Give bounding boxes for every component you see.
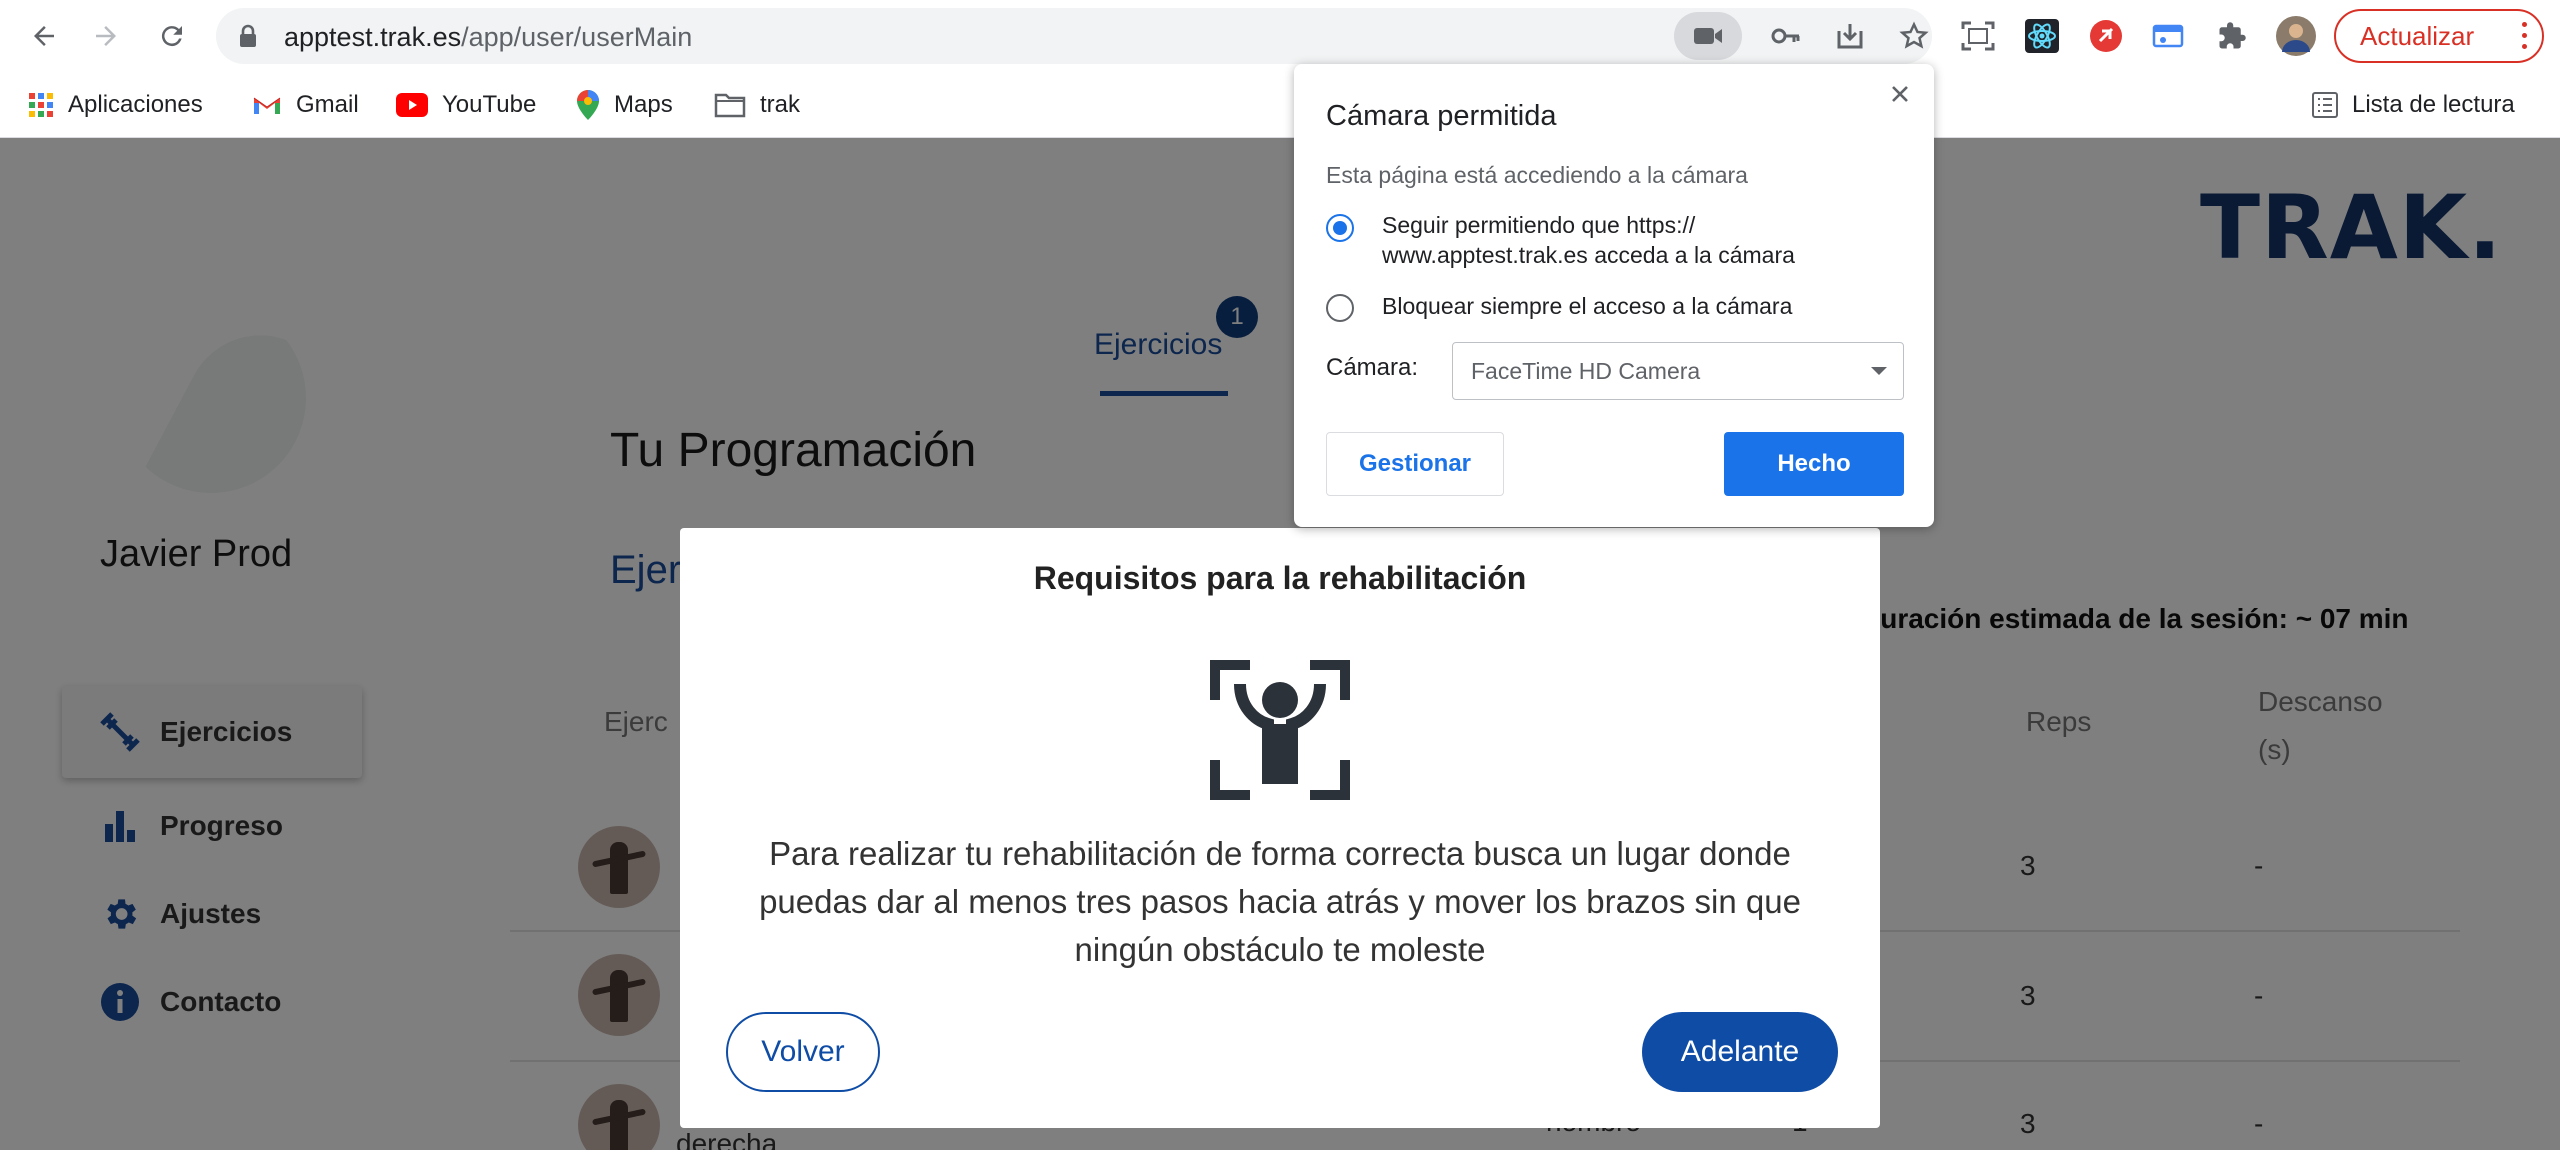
bookmark-label: Aplicaciones bbox=[68, 91, 203, 118]
key-icon[interactable] bbox=[1768, 18, 1804, 54]
camera-permission-popup: Cámara permitida Esta página está accedi… bbox=[1294, 64, 1934, 527]
bookmark-maps[interactable]: Maps bbox=[576, 88, 673, 122]
back-button[interactable]: Volver bbox=[726, 1012, 880, 1092]
reading-list-label: Lista de lectura bbox=[2352, 91, 2515, 118]
bookmark-apps[interactable]: Aplicaciones bbox=[28, 88, 203, 122]
youtube-icon bbox=[396, 93, 428, 117]
radio-allow-camera[interactable] bbox=[1326, 214, 1354, 242]
browser-toolbar: apptest.trak.es/app/user/userMain Actual… bbox=[0, 0, 2560, 72]
screenshot-extension-icon[interactable] bbox=[1956, 14, 2000, 58]
modal-title: Requisitos para la rehabilitación bbox=[1033, 560, 1527, 596]
bookmark-youtube[interactable]: YouTube bbox=[396, 88, 536, 122]
install-icon[interactable] bbox=[1832, 18, 1868, 54]
radio-allow-label[interactable]: Seguir permitiendo que https:// www.appt… bbox=[1382, 210, 1902, 270]
bookmark-gmail[interactable]: Gmail bbox=[252, 88, 359, 122]
bookmark-label: Gmail bbox=[296, 91, 359, 118]
manage-button[interactable]: Gestionar bbox=[1326, 432, 1504, 496]
bookmark-folder-trak[interactable]: trak bbox=[714, 88, 800, 122]
address-bar[interactable]: apptest.trak.es/app/user/userMain bbox=[216, 8, 1932, 64]
folder-icon bbox=[714, 92, 746, 118]
profile-avatar[interactable] bbox=[2274, 14, 2318, 58]
apps-grid-icon bbox=[28, 92, 54, 118]
red-extension-icon[interactable] bbox=[2084, 14, 2128, 58]
update-button[interactable]: Actualizar bbox=[2334, 9, 2544, 63]
bookmark-star-icon[interactable] bbox=[1896, 18, 1932, 54]
popup-description: Esta página está accediendo a la cámara bbox=[1326, 162, 1748, 188]
person-arms-up-frame-icon bbox=[1208, 658, 1352, 805]
update-label: Actualizar bbox=[2360, 20, 2475, 51]
camera-select-label: Cámara: bbox=[1326, 354, 1419, 381]
reading-list-icon bbox=[2312, 92, 2338, 118]
bookmarks-bar: Aplicaciones Gmail YouTube Maps trak Lis… bbox=[0, 72, 2560, 138]
lock-icon[interactable] bbox=[238, 24, 258, 53]
gmail-icon bbox=[252, 94, 282, 116]
radio-block-label[interactable]: Bloquear siempre el acceso a la cámara bbox=[1382, 291, 1902, 321]
cast-window-icon[interactable] bbox=[2146, 14, 2190, 58]
maps-pin-icon bbox=[576, 89, 600, 121]
react-devtools-icon[interactable] bbox=[2020, 14, 2064, 58]
reload-icon[interactable] bbox=[148, 12, 196, 60]
bookmark-label: trak bbox=[760, 91, 801, 118]
done-button[interactable]: Hecho bbox=[1724, 432, 1904, 496]
forward-icon[interactable] bbox=[82, 12, 130, 60]
radio-block-camera[interactable] bbox=[1326, 294, 1354, 322]
url-text[interactable]: apptest.trak.es/app/user/userMain bbox=[284, 22, 692, 53]
bookmark-label: Maps bbox=[614, 91, 673, 118]
close-icon[interactable] bbox=[1884, 78, 1916, 110]
camera-selected-value: FaceTime HD Camera bbox=[1471, 357, 1701, 384]
bookmark-label: YouTube bbox=[442, 91, 537, 118]
modal-body-text: Para realizar tu rehabilitación de forma… bbox=[759, 835, 1801, 968]
camera-select[interactable]: FaceTime HD Camera bbox=[1452, 342, 1904, 400]
chevron-down-icon bbox=[1871, 367, 1887, 375]
more-menu-icon[interactable] bbox=[2522, 22, 2528, 55]
extensions-puzzle-icon[interactable] bbox=[2210, 14, 2254, 58]
requirements-modal: Requisitos para la rehabilitación Para r… bbox=[680, 528, 1880, 1128]
popup-title: Cámara permitida bbox=[1326, 100, 1557, 132]
back-icon[interactable] bbox=[20, 12, 68, 60]
camera-indicator-icon[interactable] bbox=[1674, 12, 1742, 60]
reading-list[interactable]: Lista de lectura bbox=[2312, 88, 2515, 122]
next-button[interactable]: Adelante bbox=[1642, 1012, 1838, 1092]
